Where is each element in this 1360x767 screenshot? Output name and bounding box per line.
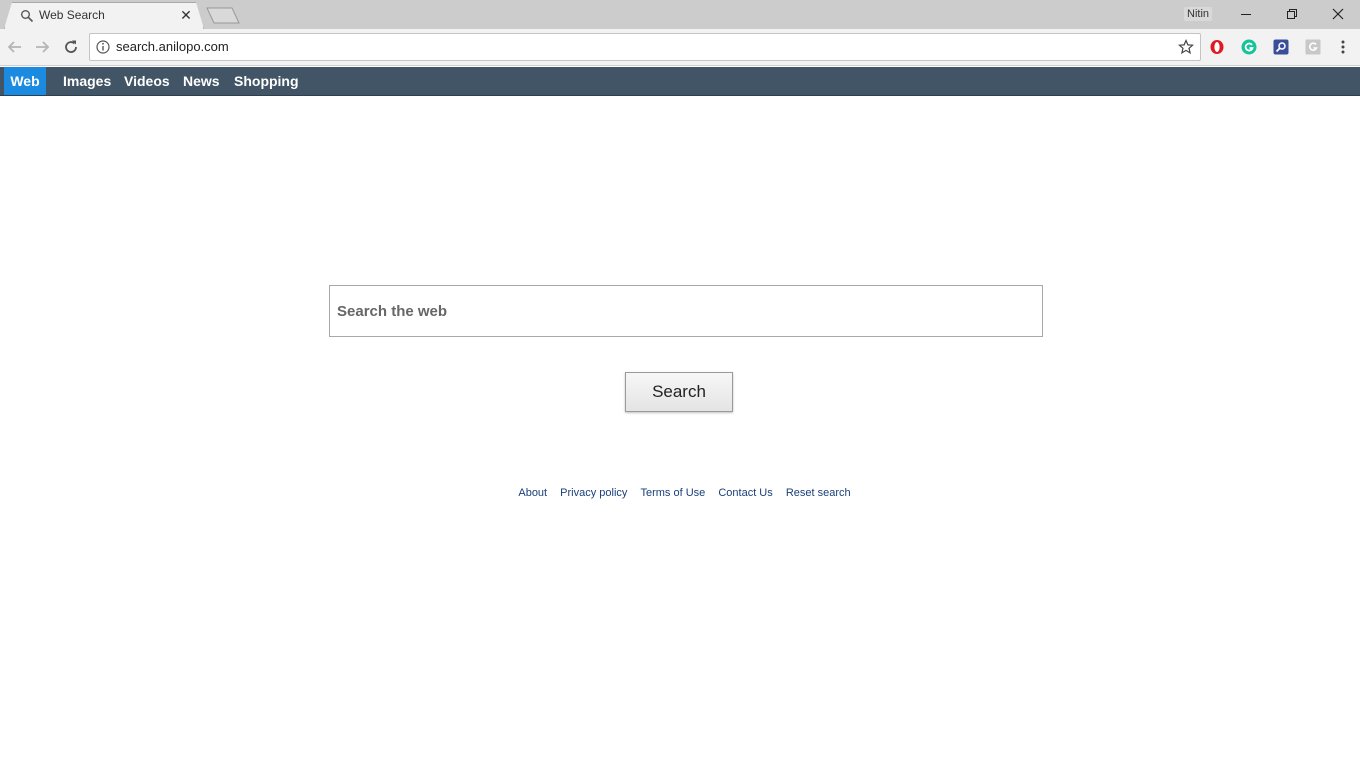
bookmark-star-icon[interactable] (1178, 39, 1194, 55)
nav-item-videos[interactable]: Videos (118, 67, 176, 95)
forward-arrow-icon (36, 41, 50, 53)
close-tab-icon[interactable]: ✕ (178, 7, 194, 23)
nav-item-images[interactable]: Images (57, 67, 117, 95)
search-icon (21, 10, 34, 23)
tab-title: Web Search (39, 8, 105, 22)
more-menu-icon[interactable] (1336, 39, 1350, 55)
forward-button[interactable] (32, 37, 52, 57)
minimize-icon (1241, 14, 1251, 15)
footer-links: About Privacy policy Terms of Use Contac… (0, 487, 1360, 499)
restore-icon (1287, 9, 1297, 19)
tab-strip: Web Search ✕ Nitin (0, 0, 1360, 29)
google-extension-icon[interactable] (1305, 39, 1321, 55)
restore-button[interactable] (1269, 0, 1315, 28)
footer-link-terms[interactable]: Terms of Use (640, 487, 705, 499)
browser-toolbar: search.anilopo.com (0, 29, 1360, 66)
back-button[interactable] (5, 37, 25, 57)
close-window-button[interactable] (1315, 0, 1360, 28)
back-arrow-icon (7, 41, 21, 53)
nav-item-shopping[interactable]: Shopping (228, 67, 305, 95)
search-category-nav: Web Images Videos News Shopping (0, 67, 1360, 96)
footer-link-reset[interactable]: Reset search (786, 487, 851, 499)
minimize-button[interactable] (1223, 0, 1269, 28)
search-button[interactable]: Search (625, 372, 733, 412)
footer-link-about[interactable]: About (518, 487, 547, 499)
close-icon (1332, 8, 1344, 20)
info-icon[interactable] (96, 40, 110, 54)
opera-icon[interactable] (1209, 39, 1225, 55)
search-input[interactable] (330, 286, 1042, 336)
url-text[interactable]: search.anilopo.com (116, 39, 229, 54)
footer-link-contact[interactable]: Contact Us (718, 487, 772, 499)
search-extension-icon[interactable] (1273, 39, 1289, 55)
reload-button[interactable] (61, 37, 81, 57)
new-tab-button[interactable] (206, 7, 240, 24)
grammarly-icon[interactable] (1241, 39, 1257, 55)
footer-link-privacy[interactable]: Privacy policy (560, 487, 627, 499)
reload-icon (65, 40, 77, 53)
profile-name[interactable]: Nitin (1184, 7, 1213, 21)
nav-item-web[interactable]: Web (4, 67, 46, 95)
search-box (329, 285, 1043, 337)
nav-item-news[interactable]: News (177, 67, 226, 95)
address-bar[interactable]: search.anilopo.com (89, 33, 1201, 61)
